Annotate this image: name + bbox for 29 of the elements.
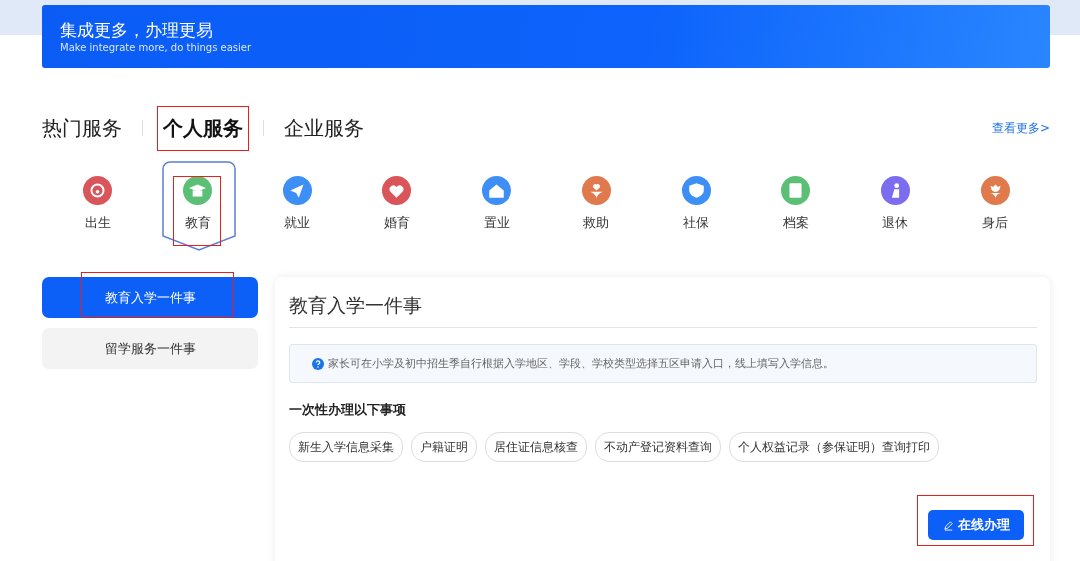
tab[interactable]: 企业服务 (284, 115, 364, 140)
category-item[interactable]: 社保 (646, 161, 746, 249)
category-item[interactable]: 救助 (546, 161, 647, 249)
banner-title: 集成更多，办理更易 (60, 19, 214, 41)
category-item[interactable]: 教育 (147, 161, 248, 249)
category-item[interactable]: 身后 (945, 161, 1046, 249)
service-tag[interactable]: 居住证信息核查 (485, 432, 587, 462)
help-icon (312, 357, 324, 370)
category-item[interactable]: 退休 (845, 161, 946, 249)
tab[interactable]: 个人服务 (163, 115, 243, 140)
notice-text: 家长可在小学及初中招生季自行根据入学地区、学段、学校类型选择五区申请入口，线上填写入学信息。 (328, 356, 834, 371)
category-item[interactable]: 出生 (48, 161, 148, 249)
banner-subtitle: Make integrate more, do things easier (60, 41, 253, 55)
service-tag[interactable]: 不动产登记资料查询 (595, 432, 721, 462)
view-more-link[interactable]: 查看更多> (991, 119, 1050, 137)
category-item[interactable]: 婚育 (347, 161, 447, 249)
category-item[interactable]: 置业 (446, 161, 547, 249)
sidebar-item[interactable]: 教育入学一件事 (42, 277, 258, 318)
panel-title: 教育入学一件事 (289, 291, 1037, 328)
service-tag[interactable]: 户籍证明 (411, 432, 477, 462)
sidebar-item[interactable]: 留学服务一件事 (42, 328, 258, 369)
category-item[interactable]: 档案 (745, 161, 846, 249)
pen-icon (942, 519, 954, 531)
category-item[interactable]: 就业 (247, 161, 348, 249)
section-heading: 一次性办理以下事项 (289, 402, 407, 419)
online-handle-button[interactable]: 在线办理 (928, 510, 1024, 540)
service-tag[interactable]: 个人权益记录（参保证明）查询打印 (729, 432, 939, 462)
service-tag[interactable]: 新生入学信息采集 (289, 432, 403, 462)
tab[interactable]: 热门服务 (42, 115, 122, 140)
